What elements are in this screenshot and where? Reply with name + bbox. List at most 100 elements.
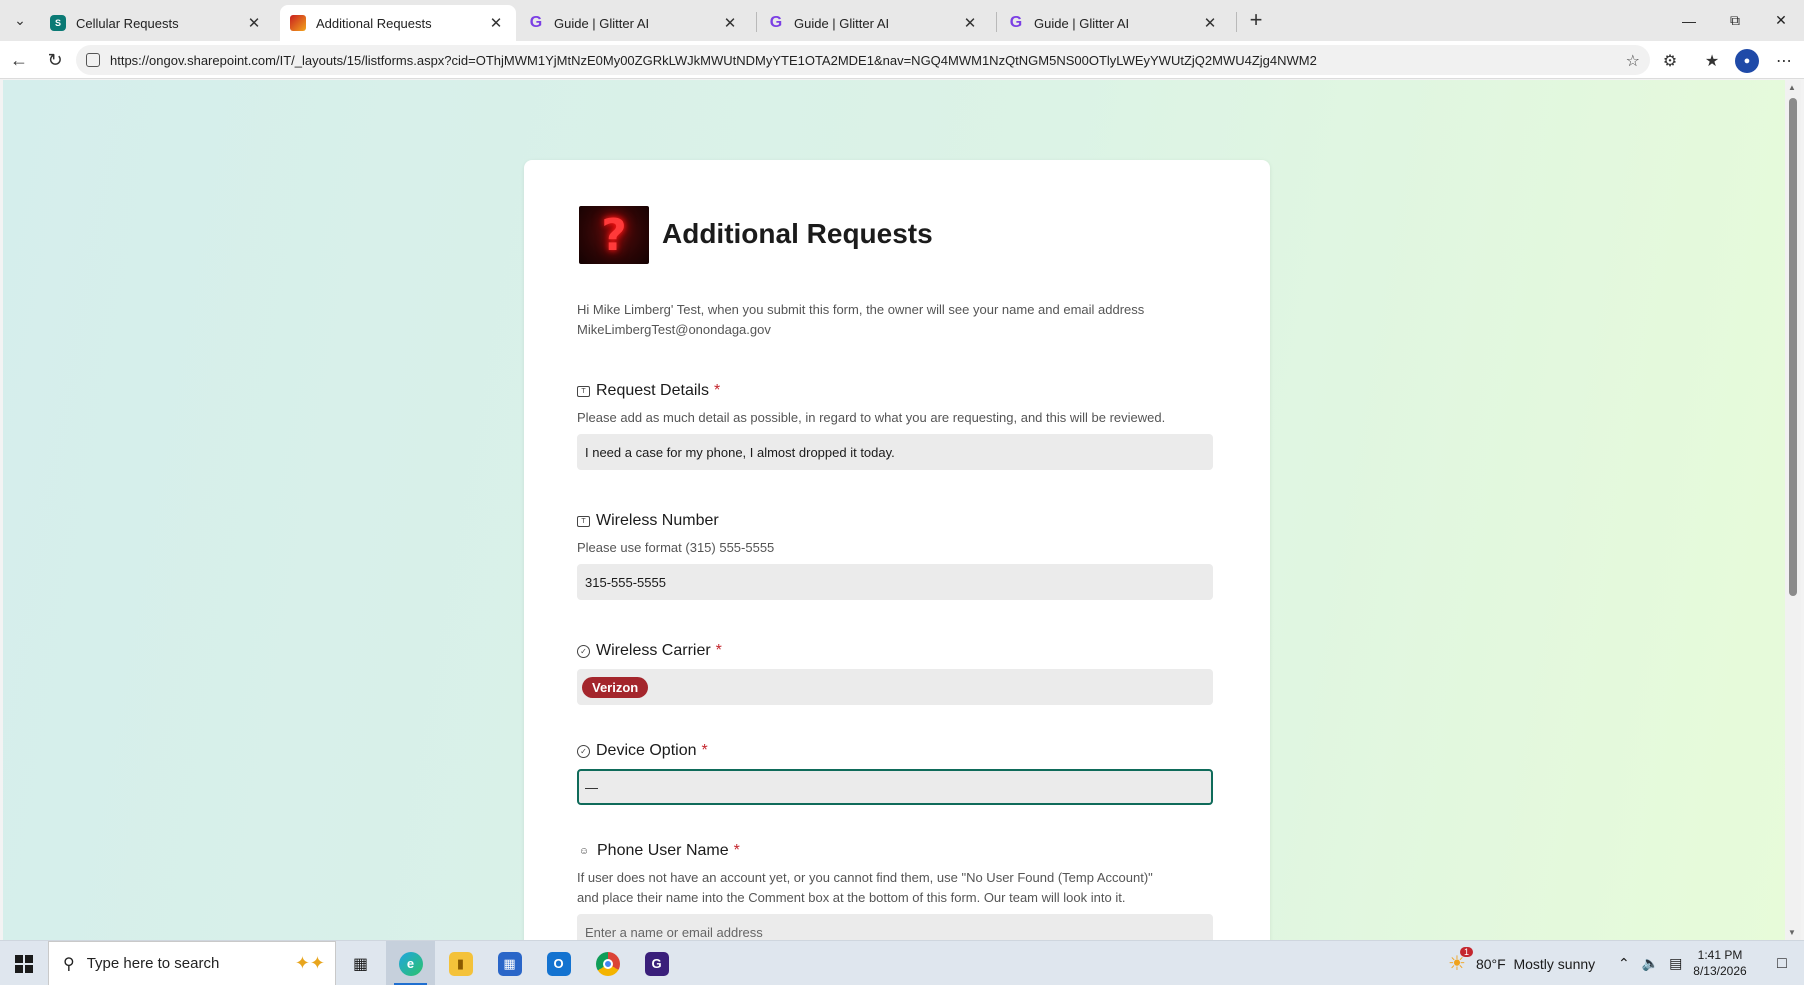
weather-text: 80°F Mostly sunny — [1475, 955, 1596, 972]
url-text[interactable]: https://ongov.sharepoint.com/IT/_layouts… — [110, 53, 1317, 68]
minimize-icon: — — [1682, 12, 1696, 29]
taskbar-search[interactable]: ⚲ Type here to search ✦✦ — [48, 941, 336, 985]
choice-check-icon: ✓ — [577, 644, 590, 658]
required-marker: * — [715, 642, 722, 659]
tab-guide-glitter-1[interactable]: G Guide | Glitter AI ✕ — [518, 5, 750, 41]
restore-button[interactable]: ⧉ — [1712, 0, 1758, 41]
close-tab-icon[interactable]: ✕ — [244, 13, 264, 33]
question-label: Wireless Carrier — [596, 642, 711, 659]
text-field-icon: T — [577, 385, 590, 397]
sharepoint-icon: S — [50, 15, 66, 31]
close-icon: ✕ — [1775, 12, 1787, 28]
form-card: ? Additional Requests Hi Mike Limberg' T… — [524, 160, 1270, 940]
refresh-icon: ↻ — [47, 49, 63, 70]
wireless-carrier-select[interactable]: Verizon — [577, 669, 1213, 705]
tab-cellular-requests[interactable]: S Cellular Requests ✕ — [40, 5, 274, 41]
question-request-details: T Request Details * Please add as much d… — [577, 379, 1213, 470]
question-label: Device Option — [596, 742, 697, 759]
glitter-app-icon: G — [644, 951, 669, 976]
close-tab-icon[interactable]: ✕ — [720, 13, 740, 33]
notification-icon: □ — [1777, 954, 1787, 972]
description-line: and place their name into the Comment bo… — [577, 890, 1126, 905]
clock-time: 1:41 PM — [1697, 948, 1743, 962]
phone-user-name-input[interactable]: Enter a name or email address — [577, 914, 1213, 940]
task-view-icon: ▦ — [352, 955, 369, 973]
windows-taskbar: ⚲ Type here to search ✦✦ ▦ e ▮ ▦ O G ☀ 1 … — [0, 940, 1804, 985]
edge-icon: e — [398, 951, 423, 976]
tab-additional-requests[interactable]: Additional Requests ✕ — [280, 5, 516, 41]
choice-check-icon: ✓ — [577, 744, 590, 758]
extensions-icon[interactable]: ⚙ — [1658, 49, 1682, 73]
site-info-icon[interactable] — [86, 53, 100, 67]
taskbar-file-explorer[interactable]: ▮ — [436, 941, 485, 985]
minimize-button[interactable]: — — [1666, 0, 1712, 41]
search-placeholder: Type here to search — [86, 955, 220, 972]
device-option-select[interactable]: — — [577, 769, 1213, 805]
tab-label: Additional Requests — [316, 15, 432, 31]
tab-separator — [756, 12, 757, 32]
tab-strip: ⌄ S Cellular Requests ✕ Additional Reque… — [0, 0, 1804, 41]
volume-icon[interactable]: 🔈 — [1642, 955, 1659, 972]
more-options-icon[interactable]: ⋯ — [1772, 49, 1796, 73]
task-view-button[interactable]: ▦ — [336, 941, 385, 985]
search-icon: ⚲ — [63, 955, 75, 973]
windows-logo-icon — [15, 954, 33, 973]
store-icon: ▦ — [497, 951, 522, 976]
weather-widget[interactable]: ☀ 1 80°F Mostly sunny — [1448, 941, 1595, 985]
taskbar-store[interactable]: ▦ — [485, 941, 534, 985]
scrollbar-thumb[interactable] — [1789, 98, 1797, 596]
question-wireless-carrier: ✓ Wireless Carrier * Verizon — [577, 639, 1213, 705]
taskbar-chrome[interactable] — [583, 941, 632, 985]
refresh-button[interactable]: ↻ — [41, 46, 69, 74]
folder-icon: ▮ — [448, 951, 473, 976]
tab-label: Cellular Requests — [76, 15, 179, 31]
taskbar-glitter[interactable]: G — [632, 941, 681, 985]
form-title: Additional Requests — [662, 218, 933, 249]
start-button[interactable] — [0, 941, 48, 985]
person-icon: ☺ — [578, 845, 590, 857]
favorite-star-icon[interactable]: ☆ — [1626, 51, 1640, 71]
taskbar-edge[interactable]: e — [386, 941, 435, 985]
intro-email: MikeLimbergTest@onondaga.gov — [577, 322, 771, 337]
question-description: Please use format (315) 555-5555 — [577, 540, 775, 555]
intro-text: Hi Mike Limberg' Test, when you submit t… — [577, 302, 1145, 317]
request-details-input[interactable]: I need a case for my phone, I almost dro… — [577, 434, 1213, 470]
back-arrow-icon: ← — [10, 49, 28, 70]
weather-badge: 1 — [1460, 947, 1474, 957]
question-phone-user-name: ☺ Phone User Name * If user does not hav… — [577, 839, 1213, 940]
close-tab-icon[interactable]: ✕ — [1200, 13, 1220, 33]
restore-icon: ⧉ — [1730, 12, 1740, 28]
question-label: Wireless Number — [596, 512, 719, 529]
question-wireless-number: T Wireless Number Please use format (315… — [577, 509, 1213, 600]
back-button[interactable]: ← — [5, 46, 33, 74]
scroll-up-icon[interactable]: ▲ — [1788, 83, 1796, 92]
taskbar-outlook[interactable]: O — [534, 941, 583, 985]
question-mark-logo: ? — [579, 206, 649, 264]
tab-label: Guide | Glitter AI — [554, 15, 650, 31]
tab-guide-glitter-3[interactable]: G Guide | Glitter AI ✕ — [998, 5, 1230, 41]
close-window-button[interactable]: ✕ — [1758, 0, 1804, 41]
plus-icon: + — [1249, 7, 1263, 32]
system-clock[interactable]: 1:41 PM 8/13/2026 — [1680, 947, 1760, 979]
close-tab-icon[interactable]: ✕ — [960, 13, 980, 33]
chevron-up-icon[interactable]: ⌃ — [1618, 955, 1630, 972]
required-marker: * — [733, 842, 740, 859]
favorites-icon[interactable]: ★ — [1700, 49, 1724, 73]
new-tab-button[interactable]: + — [1242, 6, 1270, 34]
vertical-scrollbar[interactable]: ▲ ▼ — [1785, 80, 1801, 940]
address-bar[interactable]: https://ongov.sharepoint.com/IT/_layouts… — [76, 45, 1650, 75]
glitter-icon: G — [1009, 14, 1023, 31]
glitter-icon: G — [769, 14, 783, 31]
close-tab-icon[interactable]: ✕ — [486, 13, 506, 33]
tab-actions-menu-button[interactable]: ⌄ — [6, 6, 34, 34]
tab-guide-glitter-2[interactable]: G Guide | Glitter AI ✕ — [758, 5, 990, 41]
question-label: Phone User Name — [597, 842, 729, 859]
wireless-number-input[interactable]: 315-555-5555 — [577, 564, 1213, 600]
carrier-choice-pill[interactable]: Verizon — [582, 676, 649, 698]
tab-separator — [1236, 12, 1237, 32]
required-marker: * — [701, 742, 708, 759]
notifications-button[interactable]: □ — [1760, 941, 1804, 985]
profile-avatar[interactable]: ● — [1735, 49, 1759, 73]
tab-separator — [996, 12, 997, 32]
scroll-down-icon[interactable]: ▼ — [1788, 928, 1796, 937]
